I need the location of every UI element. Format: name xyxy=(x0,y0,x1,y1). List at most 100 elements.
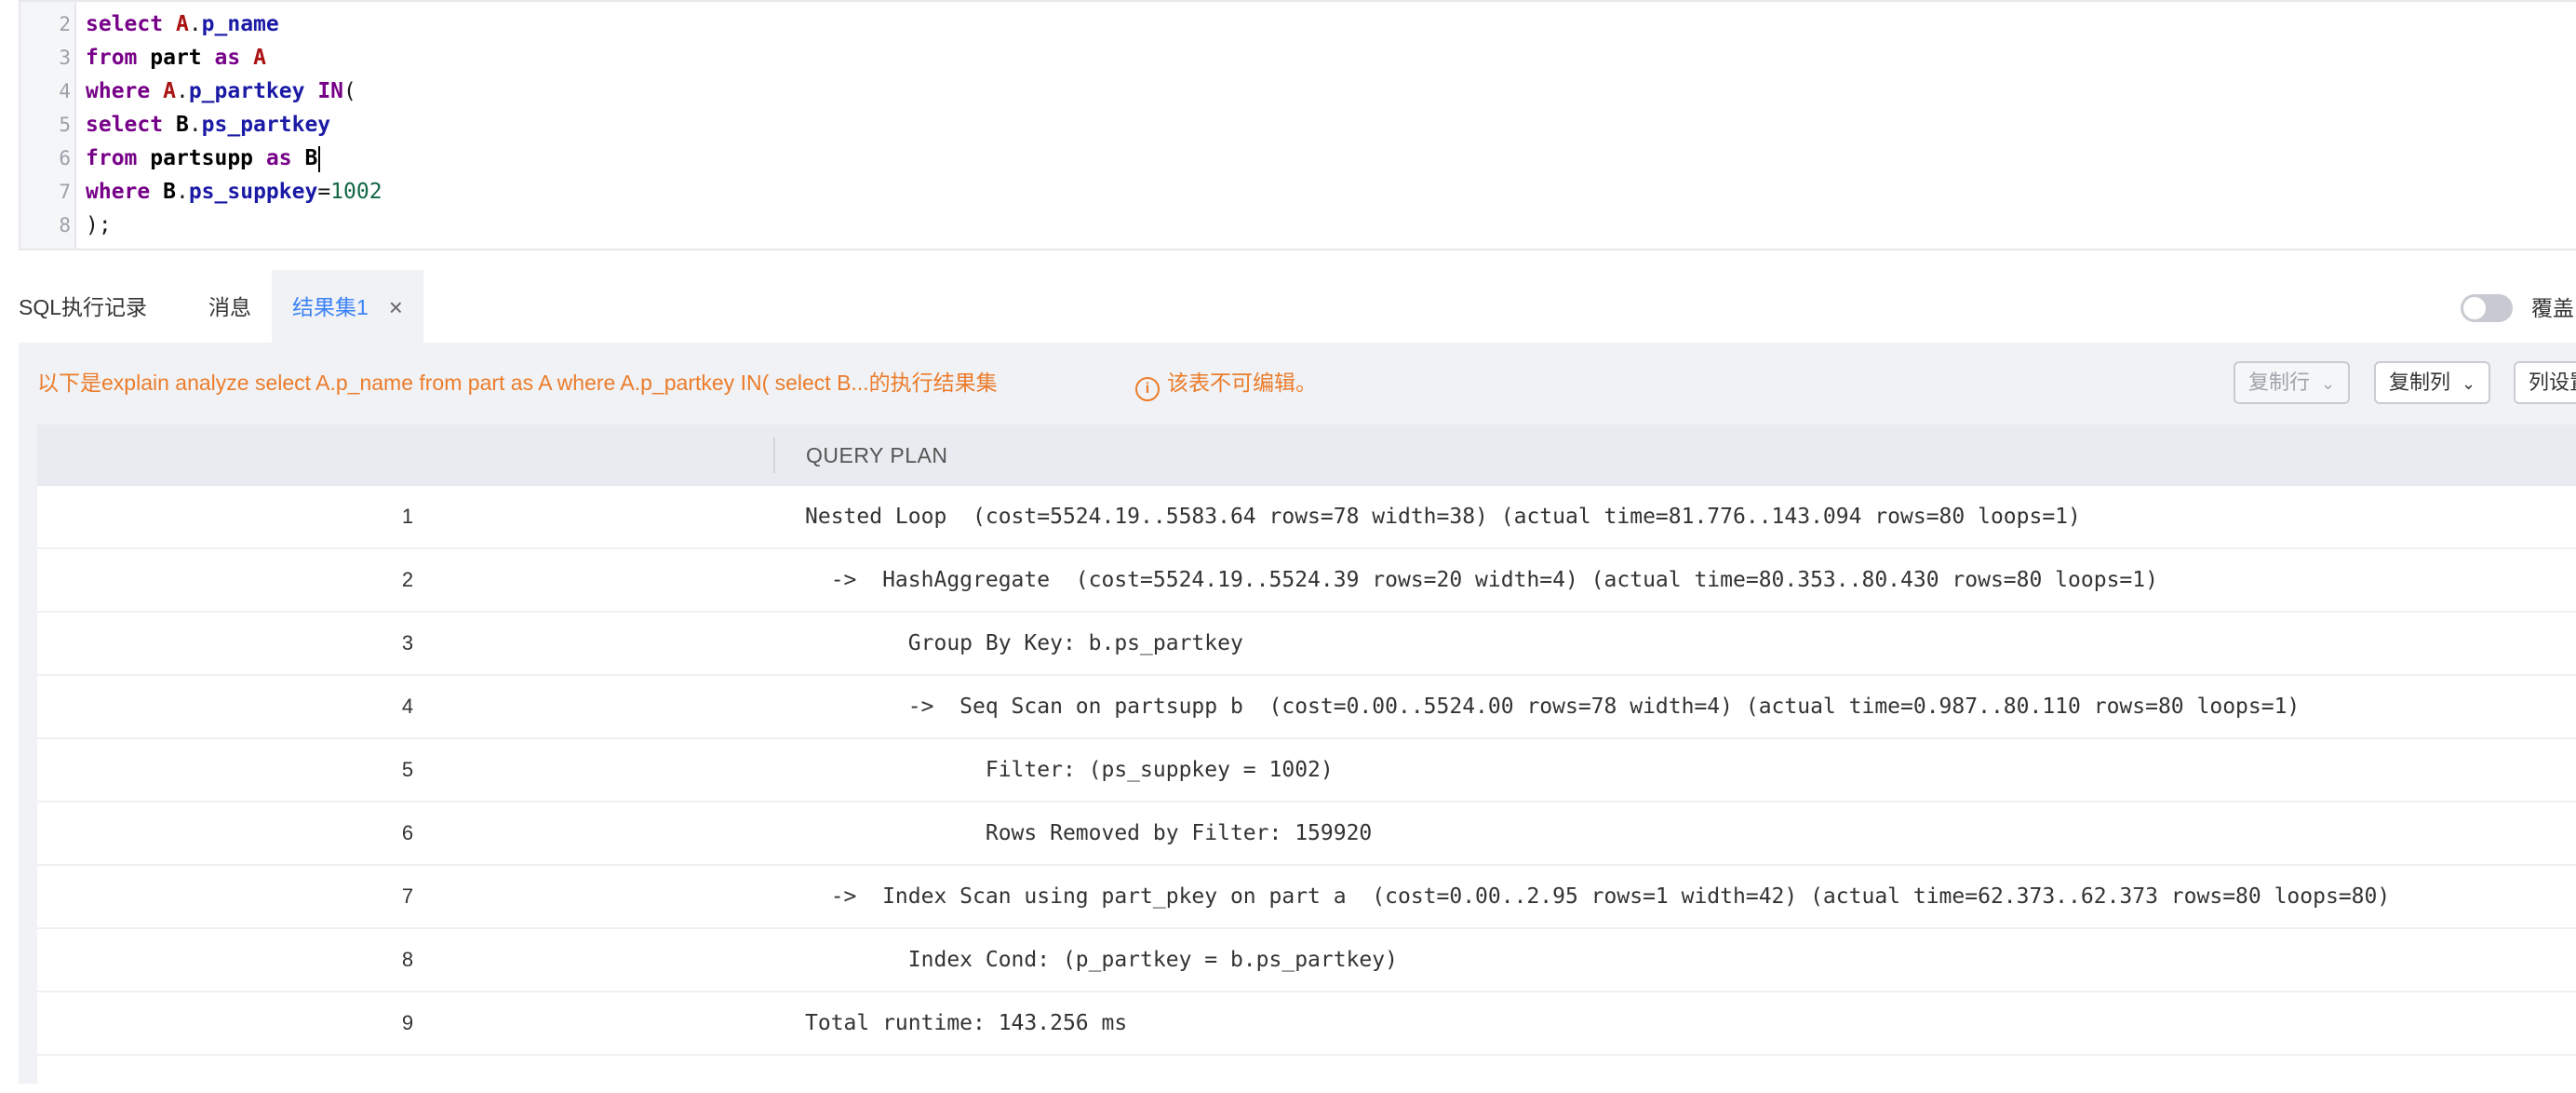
query-plan-cell[interactable]: Rows Removed by Filter: 159920 xyxy=(805,803,1372,864)
copy-column-label: 复制列 xyxy=(2389,371,2451,394)
query-plan-cell[interactable]: Filter: (ps_suppkey = 1002) xyxy=(805,739,1334,801)
text-cursor xyxy=(318,145,321,172)
table-row[interactable]: 5 Filter: (ps_suppkey = 1002) xyxy=(37,739,2576,803)
code-token: . xyxy=(188,113,202,137)
tab-sql-history[interactable]: SQL执行记录 xyxy=(19,270,147,344)
table-header: QUERY PLAN xyxy=(37,425,2576,486)
tab-result-set-1-label: 结果集1 xyxy=(292,295,369,319)
row-index: 9 xyxy=(401,1011,414,1034)
code-text: where B.ps_suppkey=1002 xyxy=(86,175,382,209)
code-line[interactable]: 2 select A.p_name xyxy=(20,7,2576,41)
readonly-notice: i 该表不可编辑。 xyxy=(1135,369,1317,401)
table-row[interactable]: 6 Rows Removed by Filter: 159920 xyxy=(37,803,2576,866)
code-token: p_partkey xyxy=(188,79,305,103)
code-line[interactable]: 5 select B.ps_partkey xyxy=(20,108,2576,142)
code-token: B xyxy=(175,113,189,137)
table-row[interactable]: 3 Group By Key: b.ps_partkey xyxy=(37,613,2576,676)
close-icon[interactable]: × xyxy=(389,270,403,344)
overwrite-toggle[interactable] xyxy=(2461,294,2513,322)
code-text: where A.p_partkey IN( xyxy=(86,74,356,108)
result-tabs: SQL执行记录 消息 结果集1 × xyxy=(19,270,2576,344)
code-token: ps_suppkey xyxy=(188,180,318,204)
code-token: . xyxy=(188,12,202,36)
row-index: 7 xyxy=(401,884,414,908)
code-token: as xyxy=(265,146,292,170)
table-row[interactable]: 4 -> Seq Scan on partsupp b (cost=0.00..… xyxy=(37,676,2576,739)
query-plan-cell[interactable]: Total runtime: 143.256 ms xyxy=(805,992,1127,1054)
code-line[interactable]: 8); xyxy=(20,209,2576,242)
query-plan-cell[interactable]: Index Cond: (p_partkey = b.ps_partkey) xyxy=(805,929,1398,991)
code-token: IN xyxy=(317,79,344,103)
code-token: where xyxy=(86,180,151,204)
row-index: 3 xyxy=(401,631,414,654)
column-divider[interactable] xyxy=(773,438,775,473)
tab-messages[interactable]: 消息 xyxy=(208,270,251,344)
code-token: from xyxy=(86,146,138,170)
code-token: = xyxy=(317,180,331,204)
code-token: from xyxy=(86,46,138,70)
table-row[interactable]: 9 Total runtime: 143.256 ms xyxy=(37,992,2576,1056)
code-token: where xyxy=(86,79,151,103)
copy-column-button[interactable]: 复制列 ⌄ xyxy=(2374,361,2491,404)
copy-row-button[interactable]: 复制行 ⌄ xyxy=(2234,361,2351,404)
table-row[interactable]: 7 -> Index Scan using part_pkey on part … xyxy=(37,866,2576,929)
query-plan-cell[interactable]: -> HashAggregate (cost=5524.19..5524.39 … xyxy=(805,549,2158,611)
line-number: 4 xyxy=(59,80,71,102)
line-number: 6 xyxy=(59,147,71,169)
chevron-down-icon: ⌄ xyxy=(2321,374,2336,393)
column-settings-label: 列设置 xyxy=(2529,371,2576,394)
code-token: B xyxy=(163,180,176,204)
code-token: part xyxy=(150,46,202,70)
code-token: select xyxy=(86,12,164,36)
code-text: from part as A xyxy=(86,41,266,74)
code-token: A xyxy=(163,79,176,103)
line-number: 5 xyxy=(59,114,71,136)
row-index: 2 xyxy=(401,568,414,591)
info-icon: i xyxy=(1135,377,1160,401)
query-plan-cell[interactable]: Group By Key: b.ps_partkey xyxy=(805,613,1243,674)
table-row[interactable]: 8 Index Cond: (p_partkey = b.ps_partkey) xyxy=(37,929,2576,992)
table-row[interactable]: 2 -> HashAggregate (cost=5524.19..5524.3… xyxy=(37,549,2576,613)
table-row[interactable]: 1 Nested Loop (cost=5524.19..5583.64 rows… xyxy=(37,486,2576,549)
line-number: 3 xyxy=(59,47,71,69)
code-token: 1002 xyxy=(330,180,382,204)
code-token: ( xyxy=(343,79,356,103)
line-number: 8 xyxy=(59,214,71,236)
readonly-text: 该表不可编辑。 xyxy=(1167,371,1317,395)
query-plan-cell[interactable]: -> Seq Scan on partsupp b (cost=0.00..55… xyxy=(805,676,2301,737)
code-token: . xyxy=(175,180,189,204)
code-token: ); xyxy=(86,213,112,237)
code-token: select xyxy=(86,113,164,137)
code-token: A xyxy=(253,46,266,70)
code-token: A xyxy=(175,12,189,36)
code-line[interactable]: 7 where B.ps_suppkey=1002 xyxy=(20,175,2576,209)
column-header-query-plan[interactable]: QUERY PLAN xyxy=(806,425,947,486)
code-line[interactable]: 3 from part as A xyxy=(20,41,2576,74)
column-settings-button[interactable]: 列设置 xyxy=(2514,361,2576,404)
query-plan-cell[interactable]: -> Index Scan using part_pkey on part a … xyxy=(805,866,2391,927)
tab-result-set-1[interactable]: 结果集1 × xyxy=(272,270,423,344)
overwrite-toggle-label: 覆盖 xyxy=(2531,296,2574,320)
row-index: 1 xyxy=(401,505,414,528)
line-number: 7 xyxy=(59,181,71,203)
query-plan-cell[interactable]: Nested Loop (cost=5524.19..5583.64 rows=… xyxy=(805,486,2081,547)
code-token: p_name xyxy=(201,12,279,36)
code-line[interactable]: 4 where A.p_partkey IN( xyxy=(20,74,2576,108)
code-token: . xyxy=(175,79,189,103)
copy-row-label: 复制行 xyxy=(2248,371,2311,394)
code-text: ); xyxy=(86,209,112,242)
code-token: partsupp xyxy=(150,146,254,170)
sql-editor[interactable]: 2 select A.p_name 3 from part as A 4 where A.… xyxy=(19,0,2576,250)
code-line[interactable]: 6 from partsupp as B xyxy=(20,142,2576,175)
row-index: 5 xyxy=(401,758,414,781)
chevron-down-icon: ⌄ xyxy=(2462,374,2476,393)
